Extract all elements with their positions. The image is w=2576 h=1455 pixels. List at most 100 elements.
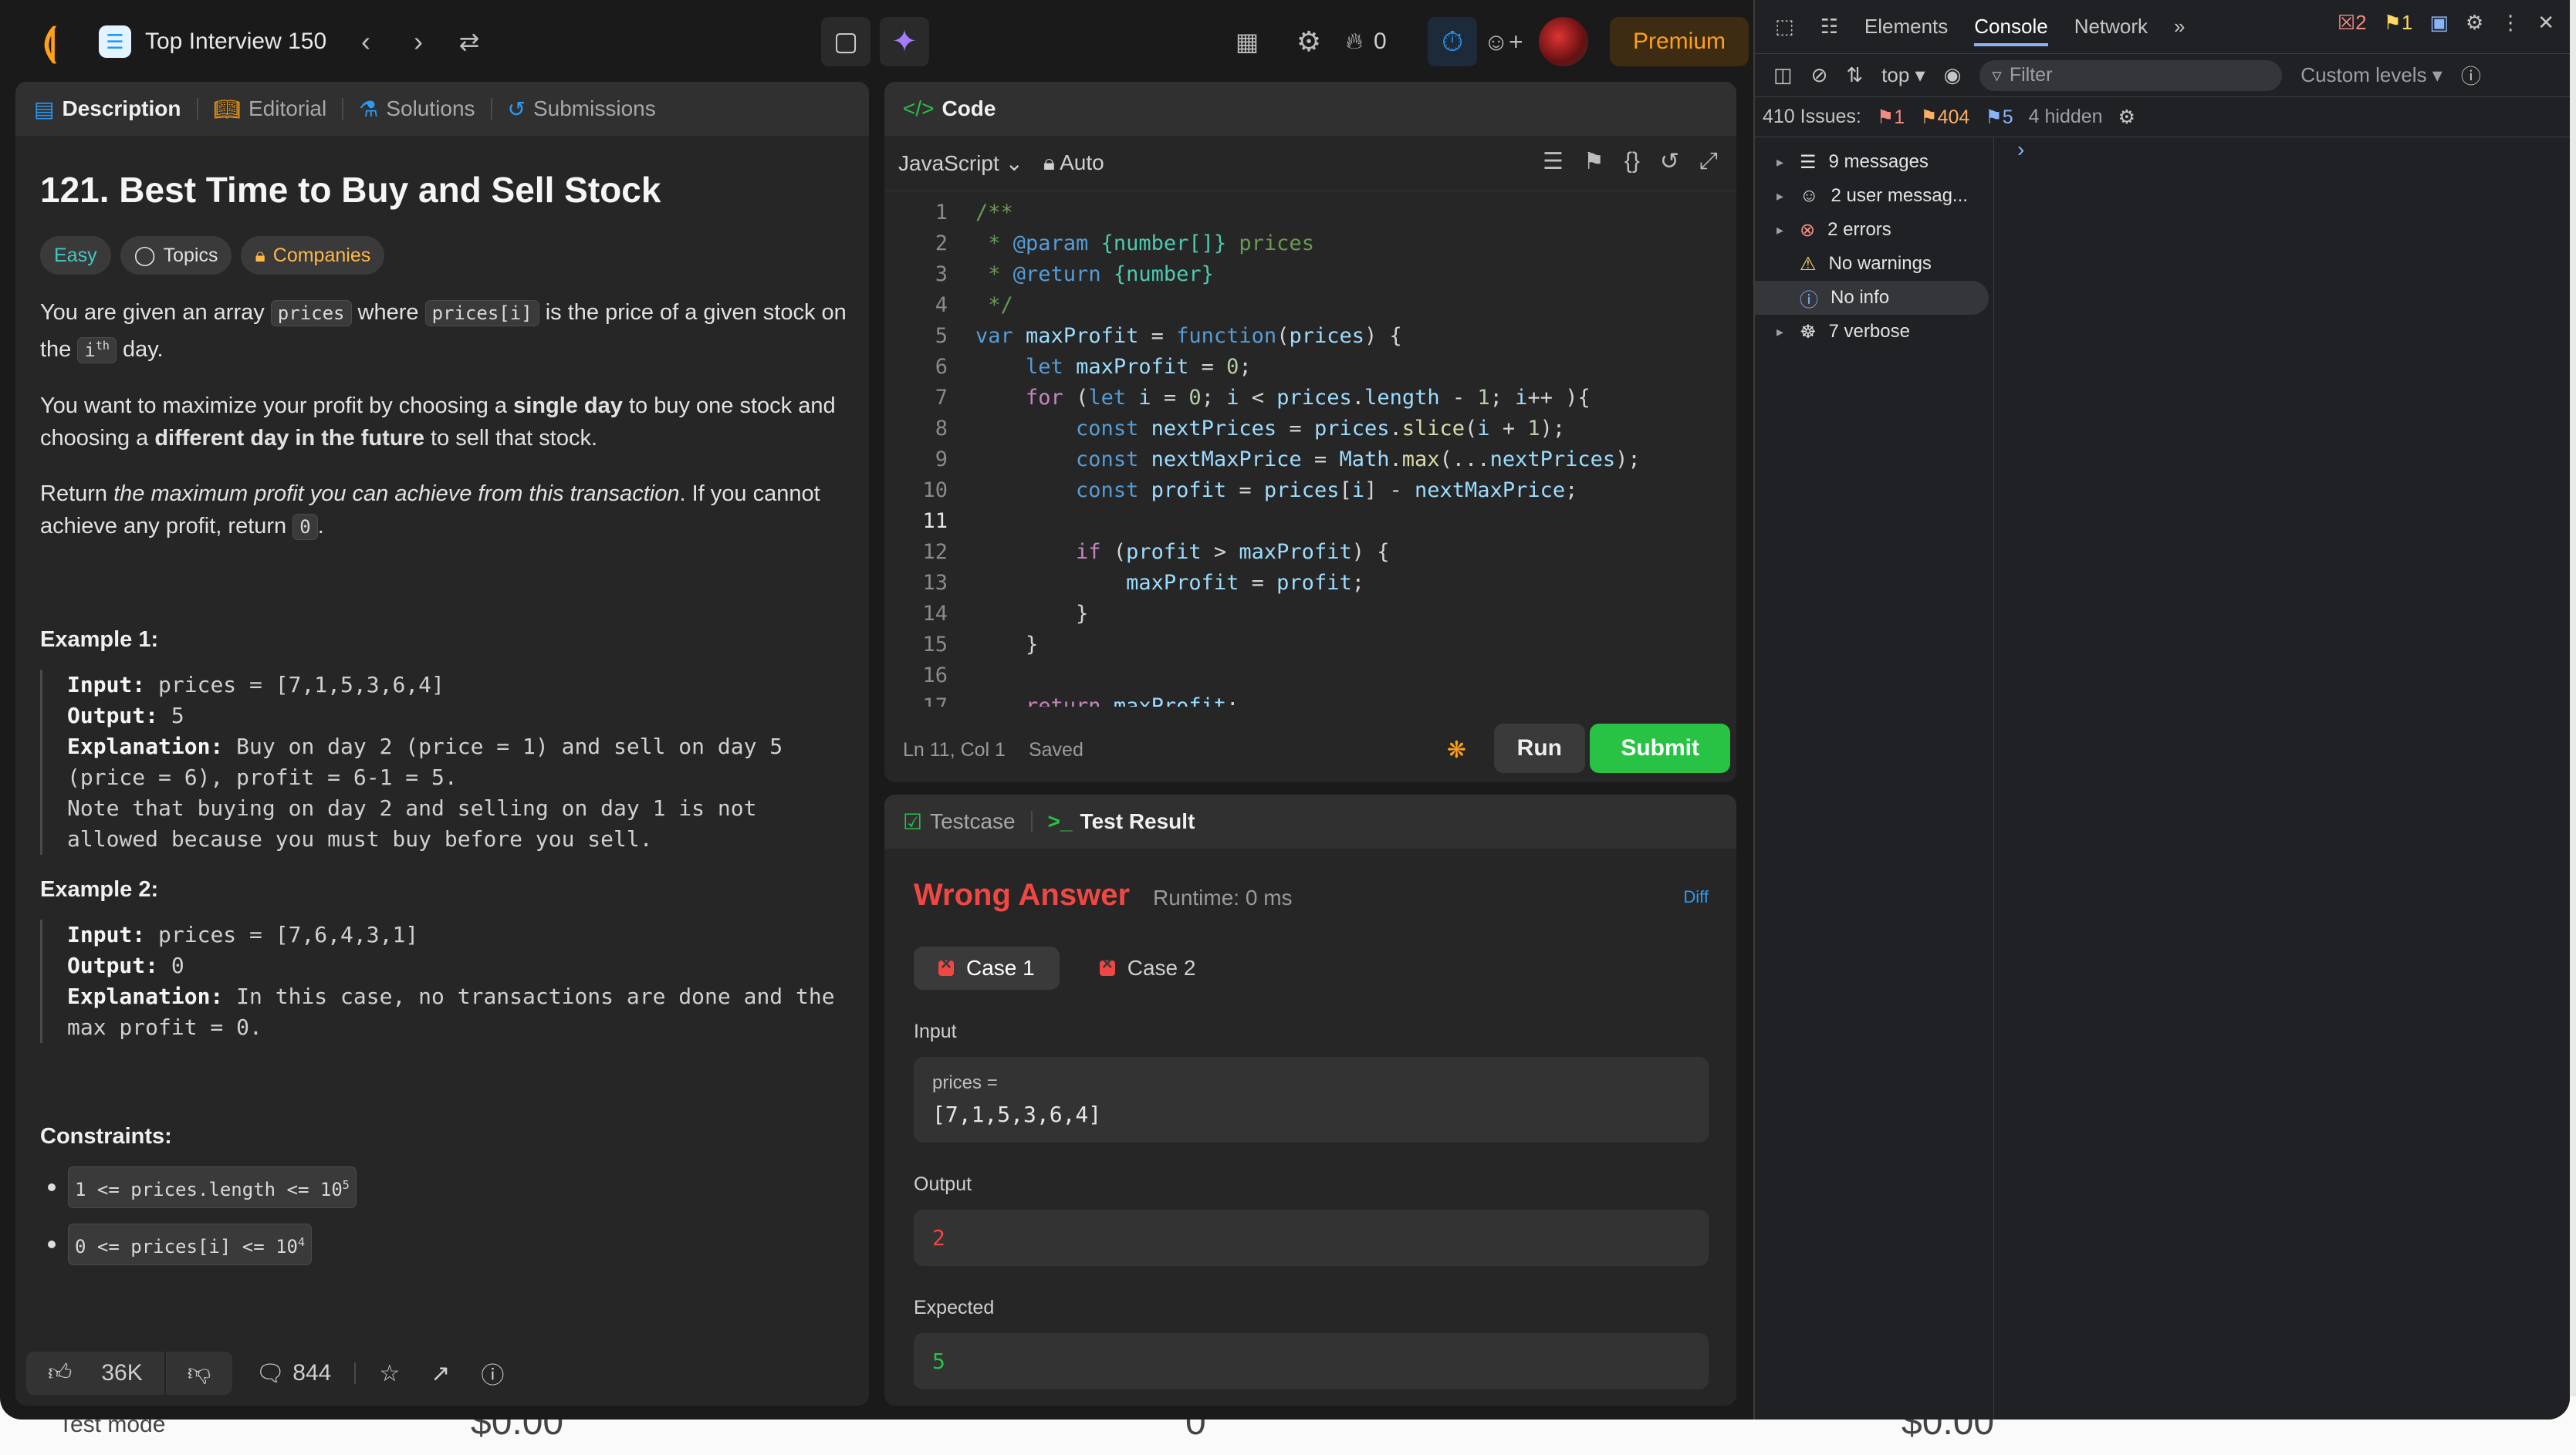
console-prompt[interactable]: › — [2017, 137, 2024, 162]
gear-icon[interactable]: ⚙ — [2466, 11, 2483, 35]
code-text: if (profit > maxProfit) { — [1076, 540, 1390, 564]
grid-layout-icon[interactable]: ▦ — [1222, 17, 1272, 66]
sidebar-item-info[interactable]: ⓘ No info — [1755, 281, 1989, 315]
help-icon[interactable]: ⓘ — [473, 1356, 512, 1390]
device-icon[interactable]: ☷ — [1820, 15, 1838, 39]
diff-link[interactable]: Diff — [1683, 887, 1709, 907]
premium-button[interactable]: Premium — [1610, 17, 1749, 66]
code-line[interactable]: 6 let maxProfit = 0; — [884, 352, 1736, 383]
debug-icon[interactable]: ❋ — [1447, 737, 1466, 764]
sparkle-icon[interactable]: ✦ — [880, 17, 929, 66]
tab-submissions[interactable]: ↺ Submissions — [508, 96, 656, 122]
leetcode-logo-icon[interactable]: ⟬ — [25, 17, 74, 66]
tab-testcase[interactable]: ☑ Testcase — [903, 809, 1016, 835]
prev-problem-icon[interactable]: ‹ — [341, 17, 390, 66]
tab-description[interactable]: ▤ Description — [34, 96, 181, 122]
case-tab-1[interactable]: Case 1 — [914, 947, 1060, 990]
layout-icon[interactable]: ▢ — [821, 17, 870, 66]
issues-error-badge[interactable]: ⚑1 — [1877, 106, 1905, 129]
code-line[interactable]: 13 maxProfit = profit; — [884, 568, 1736, 599]
streak-counter[interactable]: 🔥︎ 0 — [1346, 17, 1387, 66]
sidebar-item-verbose[interactable]: ▸ ☸ 7 verbose — [1755, 315, 1993, 349]
error-count[interactable]: ☒2 — [2338, 11, 2367, 35]
filter-toggle-icon[interactable]: ⇅ — [1846, 63, 1863, 87]
shuffle-icon[interactable]: ⇄ — [445, 17, 494, 66]
code-line[interactable]: 15 } — [884, 630, 1736, 660]
code-line[interactable]: 14 } — [884, 599, 1736, 630]
code-line[interactable]: 10 const profit = prices[i] - nextMaxPri… — [884, 475, 1736, 506]
like-button[interactable]: 👍︎ 36K — [26, 1352, 164, 1395]
companies-chip[interactable]: 🔒︎ Companies — [241, 236, 385, 275]
language-select[interactable]: JavaScript ⌄ — [898, 150, 1023, 176]
add-user-icon[interactable]: ☺+ — [1479, 17, 1528, 66]
context-select[interactable]: top ▾ — [1881, 63, 1925, 87]
warning-count[interactable]: ⚑1 — [2384, 11, 2413, 35]
auto-mode[interactable]: 🔒︎ Auto — [1043, 150, 1104, 176]
line-number: 2 — [935, 231, 948, 255]
format-icon[interactable]: ☰ — [1543, 148, 1564, 175]
run-button[interactable]: Run — [1493, 724, 1585, 773]
console-sidebar: ▸ ☰ 9 messages ▸ ☺ 2 user messag... ▸ ⊗ 2 erro… — [1755, 137, 1994, 1420]
difficulty-badge[interactable]: Easy — [40, 236, 111, 275]
tab-elements[interactable]: Elements — [1864, 15, 1948, 39]
code-line[interactable]: 11 — [884, 506, 1736, 537]
comments-button[interactable]: 🗨︎ 844 — [248, 1360, 339, 1387]
share-icon[interactable]: ↗ — [423, 1360, 458, 1387]
code-line[interactable]: 17 return maxProfit; — [884, 691, 1736, 707]
code-line[interactable]: 12 if (profit > maxProfit) { — [884, 537, 1736, 568]
sidebar-item-user-messages[interactable]: ▸ ☺ 2 user messag... — [1755, 179, 1993, 213]
info-icon[interactable]: ⓘ — [2461, 61, 2481, 89]
result-tabs: ☑ Testcase >_ Test Result — [884, 795, 1736, 849]
tab-solutions[interactable]: ⚗ Solutions — [359, 96, 475, 122]
topics-chip[interactable]: ◯ Topics — [120, 236, 232, 275]
close-icon[interactable]: ✕ — [2537, 11, 2554, 35]
code-line[interactable]: 8 const nextPrices = prices.slice(i + 1)… — [884, 414, 1736, 444]
eye-icon[interactable]: ◉ — [1944, 63, 1962, 87]
issues-warning-badge[interactable]: ⚑404 — [1920, 106, 1969, 129]
sidebar-toggle-icon[interactable]: ◫ — [1773, 63, 1793, 87]
bookmark-icon[interactable]: ⚑ — [1584, 148, 1604, 175]
fullscreen-icon[interactable]: ⤢ — [1699, 148, 1718, 175]
tab-network[interactable]: Network — [2074, 15, 2148, 39]
tab-code[interactable]: </> Code — [903, 96, 996, 121]
save-status: Saved — [1028, 738, 1083, 761]
tab-test-result[interactable]: >_ Test Result — [1048, 809, 1195, 834]
braces-icon[interactable]: {} — [1624, 148, 1640, 175]
problem-list-button[interactable]: ☰ Top Interview 150 — [99, 17, 326, 66]
sidebar-item-messages[interactable]: ▸ ☰ 9 messages — [1755, 145, 1993, 179]
timer-icon[interactable]: ⏱ — [1428, 17, 1477, 66]
case-tab-2[interactable]: Case 2 — [1075, 947, 1221, 990]
code-line[interactable]: 1 /** — [884, 197, 1736, 228]
filter-input[interactable]: ▿ Filter — [1979, 59, 2283, 91]
extension-icon[interactable]: ▣ — [2429, 11, 2449, 35]
devtools-status: ☒2 ⚑1 ▣ ⚙ ⋮ ✕ — [2338, 11, 2554, 35]
star-icon[interactable]: ☆ — [371, 1360, 407, 1387]
code-line[interactable]: 5 var maxProfit = function(prices) { — [884, 321, 1736, 352]
more-tabs-icon[interactable]: » — [2174, 15, 2185, 39]
tab-console[interactable]: Console — [1974, 15, 2048, 46]
levels-select[interactable]: Custom levels ▾ — [2300, 63, 2442, 87]
next-problem-icon[interactable]: › — [394, 17, 443, 66]
gear-icon[interactable]: ⚙ — [1284, 17, 1334, 66]
kebab-menu-icon[interactable]: ⋮ — [2500, 11, 2520, 35]
clear-console-icon[interactable]: ⊘ — [1811, 63, 1828, 87]
reset-icon[interactable]: ↺ — [1660, 148, 1679, 175]
issues-info-badge[interactable]: ⚑5 — [1985, 106, 2013, 129]
code-line[interactable]: 9 const nextMaxPrice = Math.max(...nextP… — [884, 444, 1736, 475]
code-line[interactable]: 16 — [884, 660, 1736, 691]
code-editor[interactable]: 1/** 2 * @param {number[]} prices 3 * @ret… — [884, 197, 1736, 707]
code-line[interactable]: 4 */ — [884, 290, 1736, 321]
sidebar-item-errors[interactable]: ▸ ⊗ 2 errors — [1755, 213, 1993, 247]
code-line[interactable]: 2 * @param {number[]} prices — [884, 228, 1736, 259]
code-line[interactable]: 3 * @return {number} — [884, 259, 1736, 290]
top-navbar: ⟬ ☰ Top Interview 150 ‹ › ⇄ ▢ ✦ ▦ ⚙ 🔥︎ 0… — [0, 0, 1753, 82]
submit-button[interactable]: Submit — [1590, 724, 1730, 773]
sidebar-item-warnings[interactable]: ⚠ No warnings — [1755, 247, 1993, 281]
code-line[interactable]: 7 for (let i = 0; i < prices.length - 1;… — [884, 383, 1736, 414]
gear-icon[interactable]: ⚙ — [2118, 106, 2135, 129]
tag-icon: ◯ — [134, 245, 156, 266]
tab-editorial[interactable]: 📖︎ Editorial — [214, 96, 327, 122]
avatar[interactable] — [1539, 17, 1588, 66]
inspect-icon[interactable]: ⬚ — [1775, 15, 1794, 39]
dislike-button[interactable]: 👎︎ — [164, 1352, 232, 1395]
